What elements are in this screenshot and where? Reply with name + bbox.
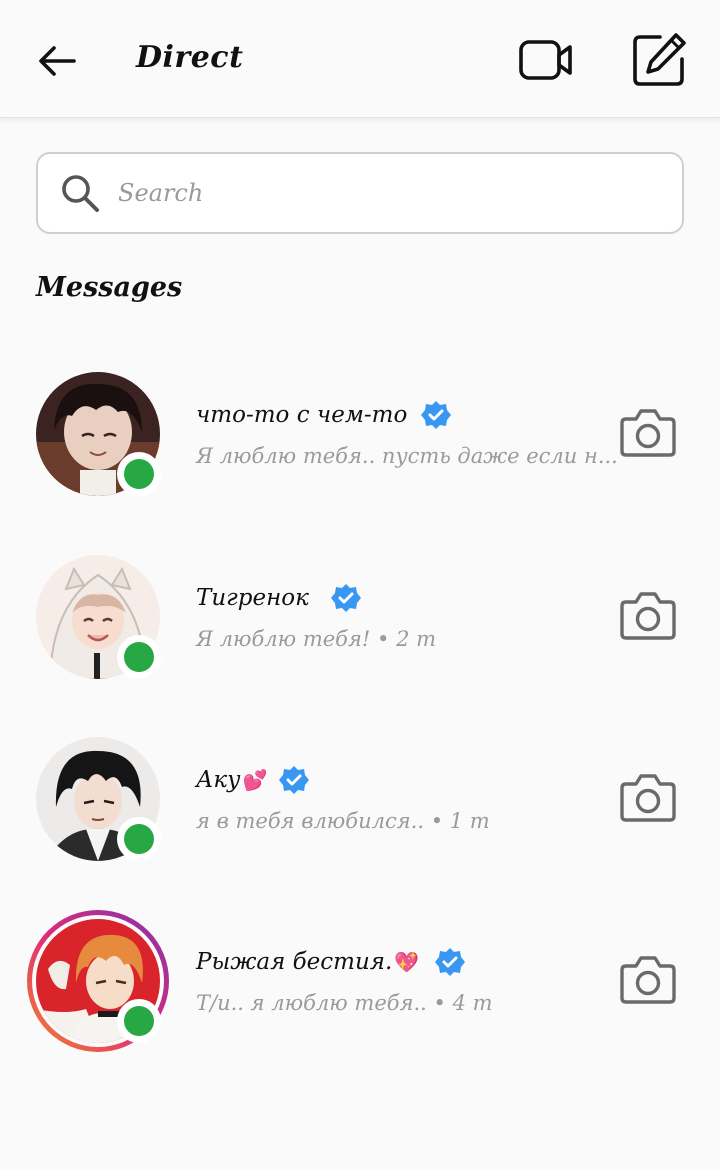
online-indicator — [117, 452, 161, 496]
verified-badge-icon — [435, 948, 466, 976]
search-input[interactable] — [118, 179, 638, 207]
online-indicator — [117, 635, 161, 679]
message-preview: Я люблю тебя.. пусть даже если н... — [196, 444, 618, 468]
camera-button[interactable] — [614, 402, 682, 462]
conversation-row[interactable]: Аку 💕 я в тебя влюбился.. • 1 m — [0, 717, 720, 877]
online-indicator — [117, 817, 161, 861]
video-call-button[interactable] — [512, 32, 580, 88]
video-camera-icon — [519, 40, 572, 80]
verified-badge-icon — [421, 401, 452, 429]
search-icon — [56, 169, 104, 217]
conversation-title: Тигренок — [196, 583, 361, 613]
camera-button[interactable] — [614, 949, 682, 1009]
name-emoji: 💕 — [242, 768, 268, 792]
arrow-left-icon — [39, 46, 76, 76]
conversation-name: Тигренок — [196, 585, 309, 611]
compose-icon — [633, 33, 686, 86]
name-emoji: 💖 — [394, 950, 420, 974]
camera-button[interactable] — [614, 585, 682, 645]
camera-icon — [620, 592, 676, 640]
conversation-row[interactable]: Тигренок Я люблю тебя! • 2 m — [0, 535, 720, 695]
page-title: Direct — [136, 40, 244, 75]
section-title-messages: Messages — [36, 272, 183, 303]
conversation-title: Аку 💕 — [196, 765, 310, 795]
online-indicator — [117, 999, 161, 1043]
camera-icon — [620, 774, 676, 822]
conversation-title: Рыжая бестия. 💖 — [196, 947, 466, 977]
conversation-name: что-то с чем-то — [196, 402, 408, 428]
message-preview: я в тебя влюбился.. • 1 m — [196, 809, 490, 833]
message-preview: Я люблю тебя! • 2 m — [196, 627, 437, 651]
camera-icon — [620, 956, 676, 1004]
verified-badge-icon — [279, 766, 310, 794]
message-preview: Т/и.. я люблю тебя.. • 4 m — [196, 991, 493, 1015]
conversation-name: Аку — [196, 767, 241, 793]
conversation-row[interactable]: что-то с чем-то Я люблю тебя.. пусть даж… — [0, 352, 720, 512]
search-bar[interactable] — [36, 152, 684, 234]
conversation-title: что-то с чем-то — [196, 400, 452, 430]
verified-badge-icon — [330, 584, 361, 612]
back-button[interactable] — [28, 36, 84, 86]
top-bar: Direct — [0, 0, 720, 118]
conversation-name: Рыжая бестия. — [196, 949, 393, 975]
camera-button[interactable] — [614, 767, 682, 827]
camera-icon — [620, 409, 676, 457]
new-message-button[interactable] — [626, 28, 692, 92]
conversation-row[interactable]: Рыжая бестия. 💖 Т/и.. я люблю тебя.. • 4… — [0, 899, 720, 1059]
